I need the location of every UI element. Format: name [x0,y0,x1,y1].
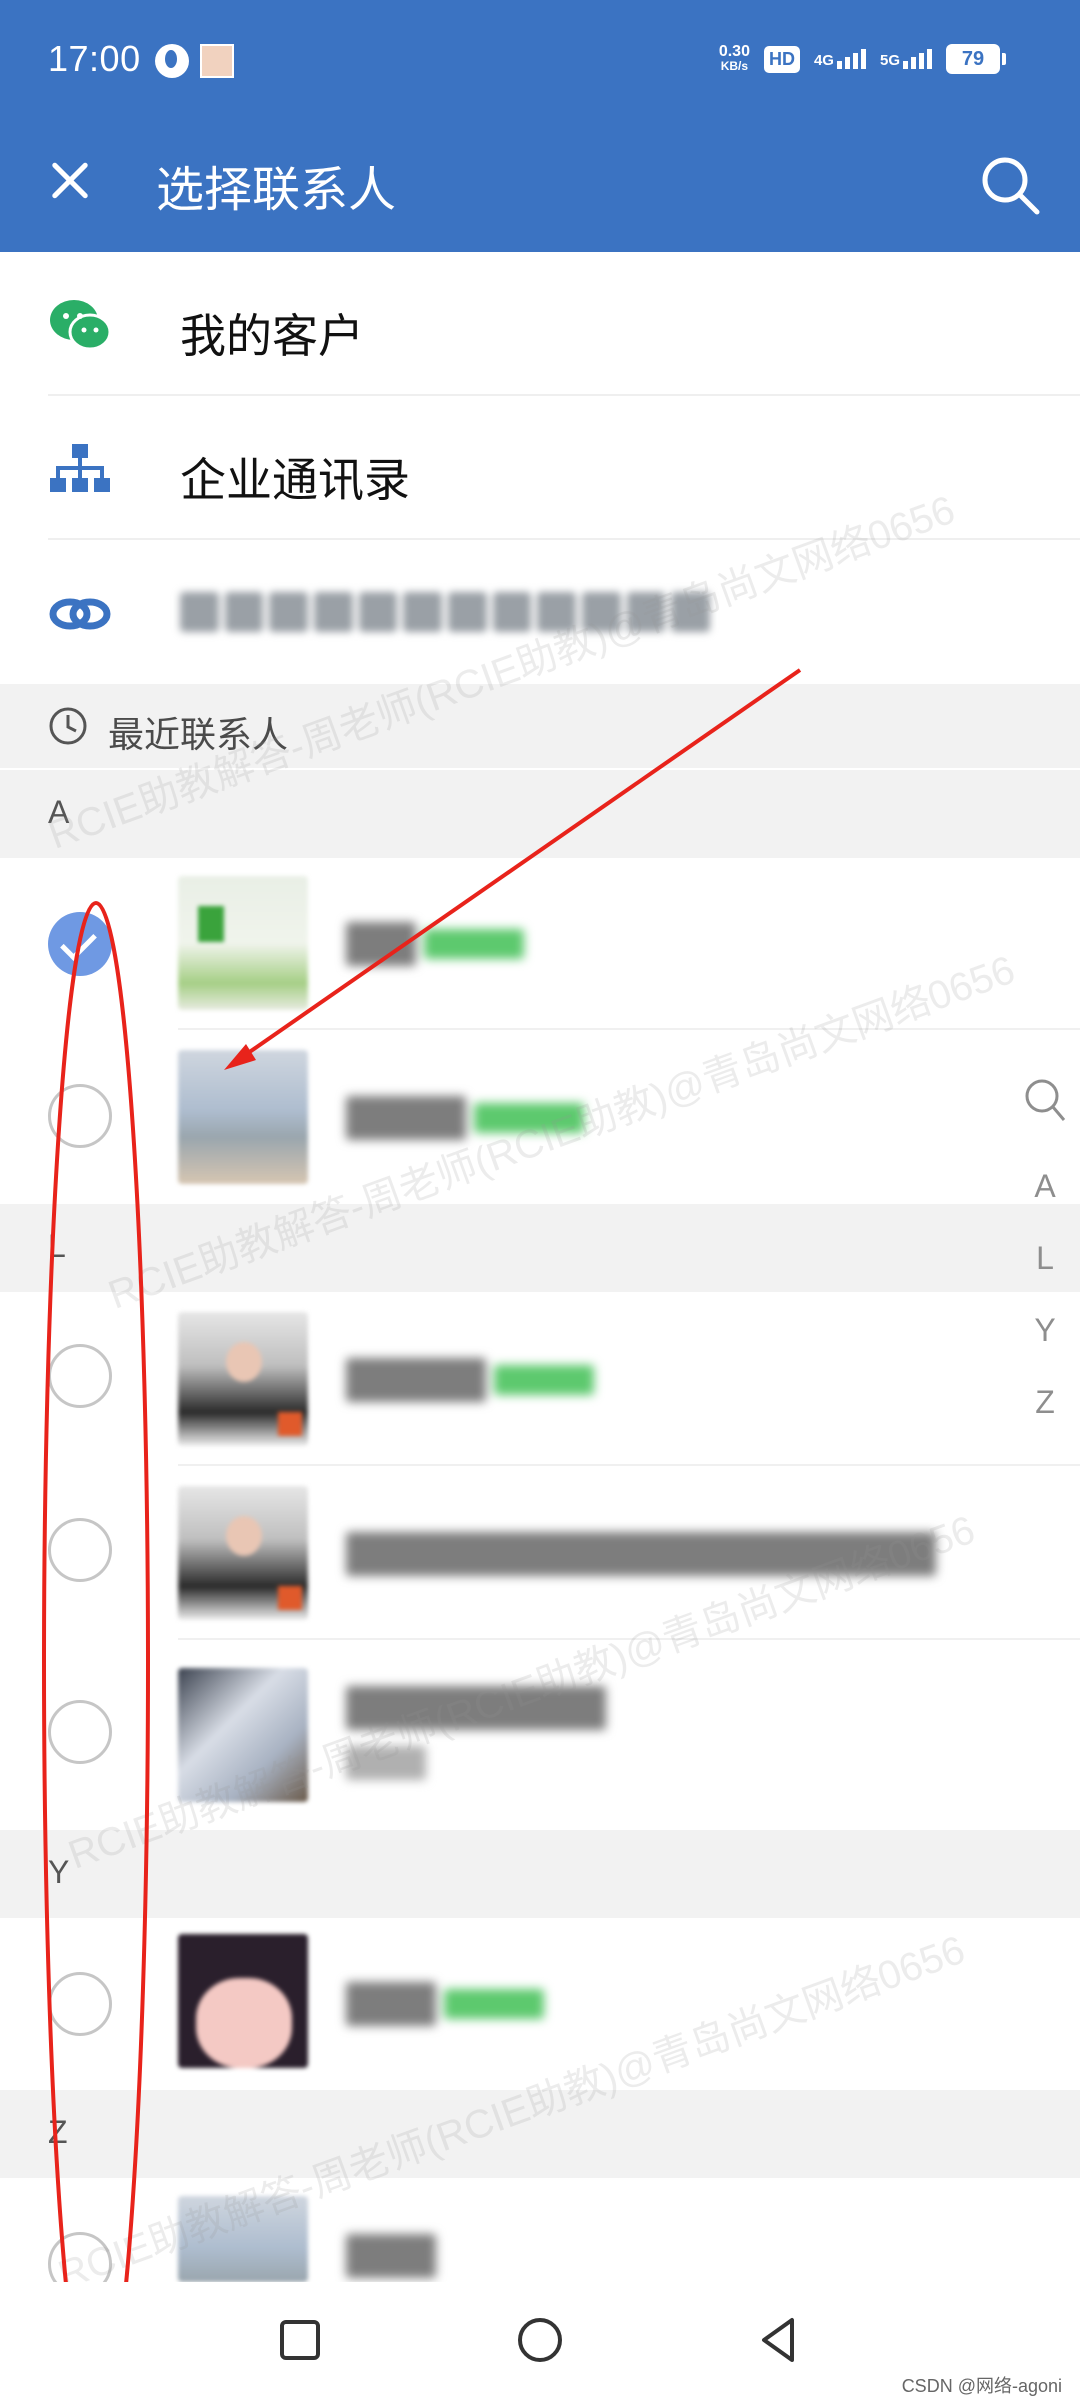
section-header-y: Y [0,1830,1080,1918]
checkbox[interactable] [48,1700,112,1764]
page-title: 选择联系人 [156,164,397,217]
contact-name [346,1686,606,1730]
link-icon [49,598,111,630]
avatar [178,1050,308,1184]
section-letter: L [48,1228,66,1264]
contact-subtitle [346,1746,426,1780]
hd-icon: HD [763,45,800,73]
back-button[interactable] [750,2310,810,2370]
network-speed: 0.30 KB/s [718,43,750,74]
avatar [178,1934,308,2068]
browser-notification-icon [155,44,189,78]
status-time: 17:00 [48,38,141,79]
signal-5g-icon: 5G [880,49,932,69]
contact-row[interactable] [0,2178,1080,2296]
checkbox[interactable] [48,1084,112,1148]
clock-icon [49,707,87,745]
index-letter-a[interactable]: A [1020,1168,1070,1205]
recent-contacts-header: 最近联系人 [0,684,1080,768]
contact-name [346,1982,544,2026]
status-indicators: 0.30 KB/s HD 4G 5G 79 [718,43,1006,74]
contact-row[interactable] [0,1466,1080,1640]
contact-name [346,1532,936,1576]
avatar [178,1312,308,1446]
system-nav-bar: CSDN @网络-agoni [0,2282,1080,2408]
section-header-l: L [0,1204,1080,1292]
section-header-a: A [0,770,1080,858]
avatar [178,1486,308,1620]
contact-row[interactable] [0,1292,1080,1466]
checkbox-checked[interactable] [48,912,112,976]
contact-row[interactable] [0,1640,1080,1830]
app-header: 17:00 0.30 KB/s HD 4G 5G 79 选择联系人 [0,0,1080,252]
contact-name [346,1358,594,1402]
wechat-icon [50,300,112,351]
contact-name [346,1096,584,1140]
menu-my-customers[interactable]: 我的客户 [0,252,1080,396]
index-letter-y[interactable]: Y [1020,1312,1070,1349]
section-header-z: Z [0,2090,1080,2178]
search-icon[interactable] [975,150,1045,220]
home-button[interactable] [510,2310,570,2370]
org-chart-icon [50,444,110,492]
status-bar: 17:00 0.30 KB/s HD 4G 5G 79 [0,0,1080,120]
checkbox[interactable] [48,1344,112,1408]
contact-row[interactable] [0,858,1080,1030]
contact-name [346,922,524,966]
avatar [178,876,308,1010]
avatar [178,1668,308,1802]
close-button[interactable] [40,150,100,210]
section-letter: A [48,794,70,830]
checkbox[interactable] [48,1518,112,1582]
menu-blurred-group[interactable] [0,540,1080,684]
section-letter: Y [48,1854,70,1890]
app-notification-icon [200,44,234,78]
signal-4g-icon: 4G [814,49,866,69]
recent-label: 最近联系人 [108,714,289,755]
recent-apps-button[interactable] [270,2310,330,2370]
menu-label: 企业通讯录 [180,454,410,506]
checkbox[interactable] [48,1972,112,2036]
menu-enterprise-directory[interactable]: 企业通讯录 [0,396,1080,540]
contact-name [346,2234,436,2278]
index-search-icon[interactable] [1020,1074,1070,1126]
contact-row[interactable] [0,1918,1080,2090]
credit-text: CSDN @网络-agoni [901,2376,1062,2396]
index-letter-z[interactable]: Z [1020,1384,1070,1421]
contact-row[interactable] [0,1030,1080,1204]
avatar [178,2196,308,2282]
menu-label: 我的客户 [180,310,364,362]
battery-icon: 79 [946,44,1006,74]
section-letter: Z [48,2114,68,2150]
index-letter-l[interactable]: L [1020,1240,1070,1277]
blurred-label [180,592,711,632]
